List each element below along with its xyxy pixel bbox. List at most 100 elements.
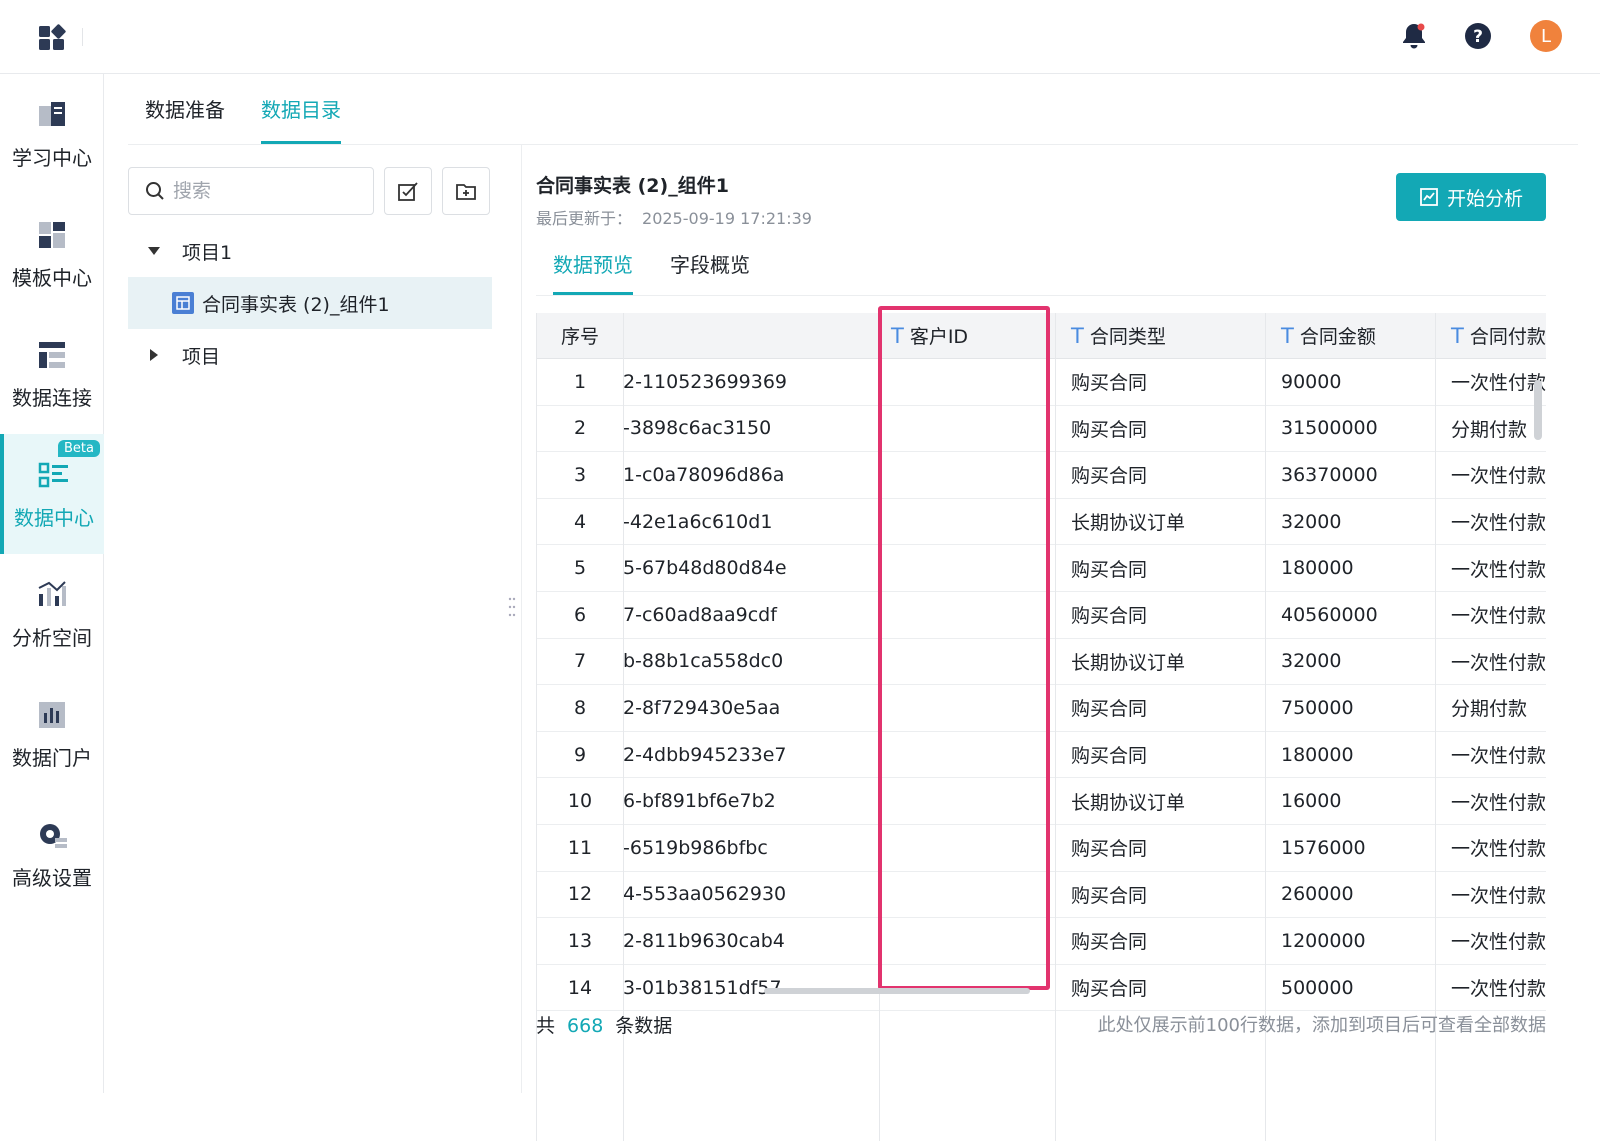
table-cell: 一次性付款: [1435, 965, 1546, 1012]
sidebar-item-label: 数据连接: [12, 385, 92, 410]
row-count-prefix: 共: [536, 1015, 556, 1037]
table-cell: 36370000: [1265, 452, 1435, 499]
table-cell: b-88b1ca558dc0: [623, 639, 879, 686]
sidebar-item-data-portal[interactable]: 数据门户: [0, 674, 104, 794]
search-input[interactable]: [173, 180, 353, 202]
table-cell: 一次性付款: [1435, 452, 1546, 499]
sidebar-item-learning-center[interactable]: 学习中心: [0, 74, 104, 194]
search-field[interactable]: [128, 167, 374, 215]
table-cell: 6-bf891bf6e7b2: [623, 778, 879, 825]
table-cell: 2: [537, 406, 623, 453]
sub-tabs-divider: [536, 295, 1546, 296]
sidebar-item-data-center[interactable]: Beta 数据中心: [0, 434, 104, 554]
table-cell: 16000: [1265, 778, 1435, 825]
caret-down-icon[interactable]: [148, 247, 160, 255]
data-connect-icon: [39, 341, 65, 368]
sidebar-item-analysis-space[interactable]: 分析空间: [0, 554, 104, 674]
table-cell: 购买合同: [1055, 685, 1265, 732]
table-cell: 13: [537, 918, 623, 965]
tree-item-label: 合同事实表 (2)_组件1: [202, 293, 390, 316]
last-updated-time: 2025-09-19 17:21:39: [642, 209, 812, 228]
panel-resize-handle[interactable]: [508, 596, 516, 618]
multi-select-button[interactable]: [384, 167, 432, 215]
table-cell: 购买合同: [1055, 965, 1265, 1012]
help-icon[interactable]: ?: [1462, 20, 1494, 52]
table-cell: 1576000: [1265, 825, 1435, 872]
column-header[interactable]: T 合同付款: [1435, 313, 1546, 359]
sidebar-item-label: 数据门户: [12, 745, 92, 770]
table-cell: 购买合同: [1055, 452, 1265, 499]
tree-folder-project1[interactable]: 项目1: [128, 225, 492, 277]
search-icon: [146, 182, 164, 200]
tree-item-dataset[interactable]: 合同事实表 (2)_组件1: [128, 277, 492, 329]
chart-icon: [1420, 188, 1438, 206]
start-analysis-button[interactable]: 开始分析: [1396, 173, 1546, 221]
table-cell: 分期付款: [1435, 406, 1546, 453]
sidebar-item-advanced-settings[interactable]: 高级设置: [0, 794, 104, 914]
table-cell: 1-c0a78096d86a: [623, 452, 879, 499]
table-cell: 1: [537, 359, 623, 406]
table-cell: 4: [537, 499, 623, 546]
tab-field-overview[interactable]: 字段概览: [670, 249, 750, 295]
table-cell: 4-553aa0562930: [623, 872, 879, 919]
column-header[interactable]: T 合同金额: [1265, 313, 1435, 359]
table-cell: -6519b986bfbc: [623, 825, 879, 872]
table-cell: 32000: [1265, 639, 1435, 686]
sidebar-item-label: 学习中心: [12, 145, 92, 170]
table-cell: 一次性付款: [1435, 872, 1546, 919]
table-cell: 长期协议订单: [1055, 499, 1265, 546]
catalog-tree-panel: 项目1 合同事实表 (2)_组件1 项目: [104, 145, 522, 1093]
table-cell: 9: [537, 732, 623, 779]
vertical-scrollbar[interactable]: [1534, 380, 1542, 440]
table-cell: 5: [537, 545, 623, 592]
tab-data-prep[interactable]: 数据准备: [145, 94, 225, 144]
sidebar-item-label: 分析空间: [12, 625, 92, 650]
book-icon: [39, 101, 65, 126]
caret-right-icon[interactable]: [150, 349, 158, 361]
table-cell: 12: [537, 872, 623, 919]
catalog-tabs: 数据准备 数据目录: [104, 74, 1600, 144]
table-cell: 购买合同: [1055, 825, 1265, 872]
horizontal-scrollbar[interactable]: [764, 988, 1030, 994]
table-cell: 6: [537, 592, 623, 639]
table-cell: 180000: [1265, 545, 1435, 592]
gear-icon: [40, 823, 67, 848]
dataset-title: 合同事实表 (2)_组件1: [536, 175, 729, 197]
column-header[interactable]: [623, 313, 879, 359]
sidebar-nav: 学习中心 模板中心 数据连接 Beta 数据中心 分析空间 数据门户 高级设置: [0, 74, 104, 1093]
table-cell: 14: [537, 965, 623, 1012]
table-cell: 一次性付款: [1435, 825, 1546, 872]
table-cell: 长期协议订单: [1055, 778, 1265, 825]
tree-folder-project[interactable]: 项目: [128, 329, 492, 381]
last-updated-label: 最后更新于：: [536, 209, 633, 228]
sidebar-item-label: 高级设置: [12, 865, 92, 890]
analysis-icon: [38, 580, 66, 606]
row-count-suffix: 条数据: [615, 1015, 673, 1037]
table-cell: 分期付款: [1435, 685, 1546, 732]
column-divider: [1055, 313, 1056, 1141]
table-cell: 10: [537, 778, 623, 825]
portal-icon: [39, 701, 65, 728]
sidebar-item-template-center[interactable]: 模板中心: [0, 194, 104, 314]
table-cell: 32000: [1265, 499, 1435, 546]
table-cell: 2-4dbb945233e7: [623, 732, 879, 779]
tab-data-catalog[interactable]: 数据目录: [261, 94, 341, 144]
tab-data-preview[interactable]: 数据预览: [553, 249, 633, 295]
new-folder-button[interactable]: [442, 167, 490, 215]
dataset-detail: 合同事实表 (2)_组件1 最后更新于： 2025-09-19 17:21:39 …: [522, 145, 1600, 1141]
data-center-icon: [38, 462, 68, 487]
sidebar-item-data-connect[interactable]: 数据连接: [0, 314, 104, 434]
user-avatar[interactable]: L: [1530, 20, 1562, 52]
table-cell: 3: [537, 452, 623, 499]
app-grid-logo-icon[interactable]: [38, 22, 68, 52]
column-header-label: 序号: [560, 326, 599, 348]
table-cell: -3898c6ac3150: [623, 406, 879, 453]
notification-bell-icon[interactable]: [1398, 20, 1430, 52]
column-header[interactable]: 序号: [537, 313, 623, 359]
table-cell: 一次性付款: [1435, 639, 1546, 686]
table-cell: 一次性付款: [1435, 918, 1546, 965]
sidebar-item-label: 数据中心: [14, 505, 94, 530]
column-header-label: 合同类型: [1089, 326, 1166, 348]
column-header[interactable]: T 合同类型: [1055, 313, 1265, 359]
row-count-value: 668: [567, 1015, 604, 1037]
